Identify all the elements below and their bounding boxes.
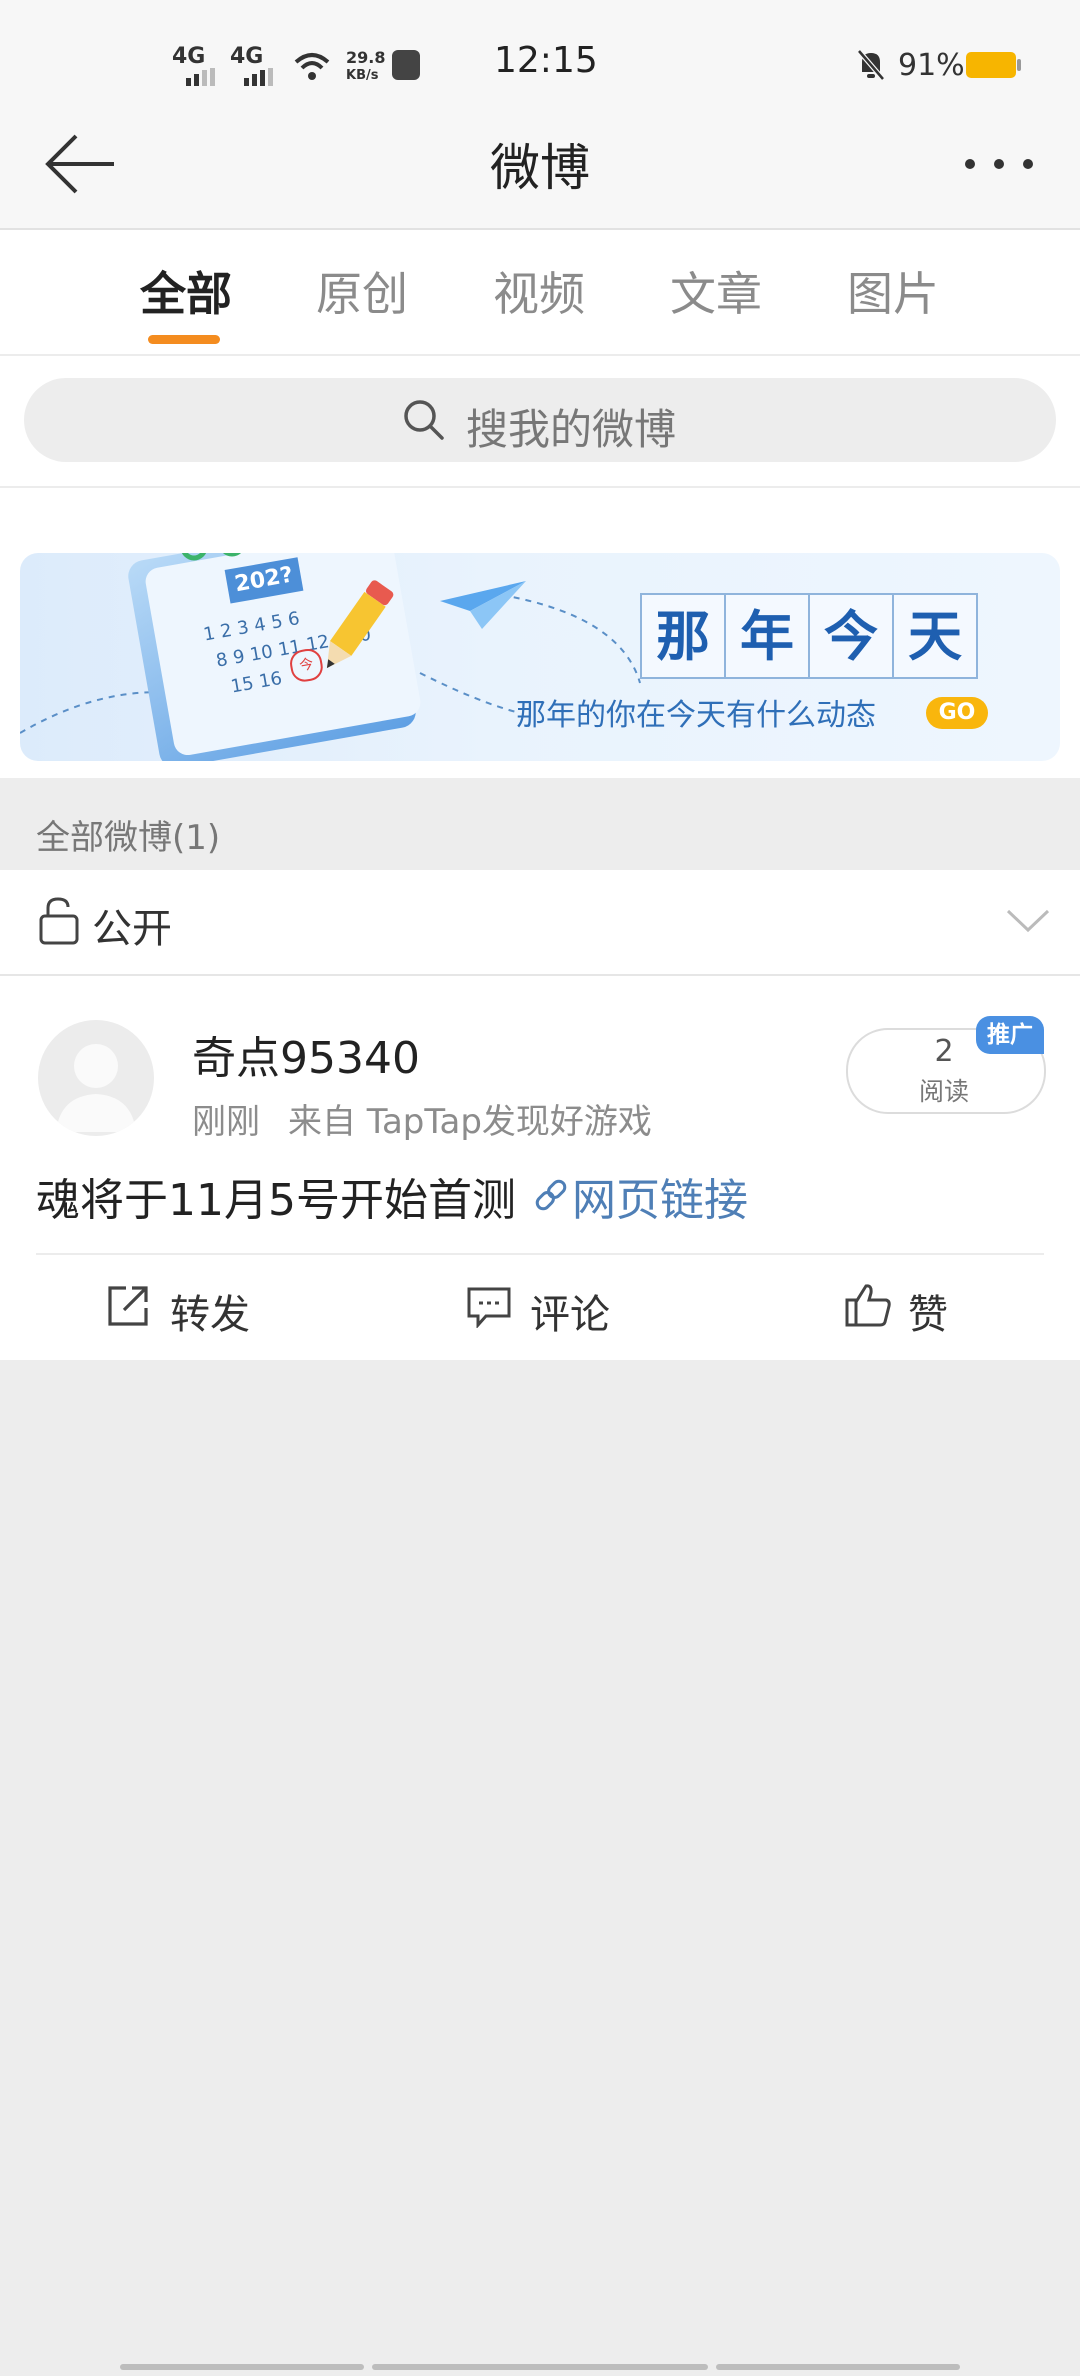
banner-subtitle: 那年的你在今天有什么动态 — [516, 698, 876, 733]
comment-icon[interactable] — [466, 1286, 512, 1328]
signal-icon — [186, 68, 215, 86]
active-tab-indicator — [148, 335, 220, 344]
status-bar: 4G 4G 29.8 KB/s 12:15 91% — [0, 0, 1080, 120]
network-4g-label: 4G — [172, 44, 206, 69]
banner-title-char-1: 那 — [640, 593, 726, 679]
banner-go-button[interactable]: GO — [926, 697, 988, 729]
like-button[interactable]: 赞 — [908, 1282, 948, 1340]
mute-bell-icon — [857, 49, 885, 81]
search-placeholder: 搜我的微博 — [466, 405, 677, 454]
nav-gesture-bar-1 — [120, 2364, 364, 2370]
repost-button[interactable]: 转发 — [170, 1282, 250, 1340]
nav-gesture-bar-2 — [372, 2364, 708, 2370]
tab-video[interactable]: 视频 — [493, 258, 585, 324]
network-4g-label-2: 4G — [230, 44, 264, 69]
pencil-icon — [326, 580, 394, 669]
battery-percent: 91% — [898, 48, 965, 83]
tab-article[interactable]: 文章 — [670, 258, 762, 324]
tab-original[interactable]: 原创 — [316, 258, 408, 324]
post-source[interactable]: 来自 TapTap发现好游戏 — [288, 1094, 652, 1143]
like-icon[interactable] — [844, 1282, 892, 1328]
signal-icon-2 — [244, 68, 273, 86]
post-time: 刚刚 — [192, 1102, 260, 1142]
promote-badge[interactable]: 推广 — [976, 1016, 1044, 1054]
battery-icon — [966, 52, 1016, 78]
calendar-rings — [181, 553, 242, 561]
more-options-icon[interactable] — [962, 156, 1036, 172]
nav-gesture-bar-3 — [716, 2364, 960, 2370]
paper-plane-icon — [440, 581, 526, 629]
banner-title-char-4: 天 — [892, 593, 978, 679]
avatar[interactable] — [38, 1020, 154, 1136]
repost-icon[interactable] — [106, 1284, 150, 1328]
divider — [36, 1253, 1044, 1255]
network-speed-unit: KB/s — [346, 68, 379, 83]
clock: 12:15 — [494, 40, 598, 81]
read-label: 阅读 — [918, 1077, 969, 1106]
network-speed: 29.8 KB/s — [346, 50, 385, 84]
calendar-row-3: 15 16 — [229, 667, 284, 698]
page-title: 微博 — [490, 139, 590, 197]
wifi-icon — [294, 53, 330, 80]
default-avatar-icon — [56, 1044, 136, 1132]
battery-tip — [1017, 59, 1021, 71]
banner-title-char-2: 年 — [724, 593, 810, 679]
web-link[interactable]: 网页链接 — [572, 1164, 748, 1228]
banner-title-char-3: 今 — [808, 593, 894, 679]
post-username[interactable]: 奇点95340 — [192, 1022, 420, 1086]
unlock-icon — [39, 897, 79, 945]
section-label: 全部微博(1) — [36, 818, 221, 858]
tab-all[interactable]: 全部 — [140, 258, 232, 324]
chevron-down-icon[interactable] — [1006, 908, 1050, 934]
post-text: 魂将于11月5号开始首测 — [36, 1175, 516, 1226]
network-speed-value: 29.8 — [346, 48, 386, 67]
app-notification-icon — [392, 50, 420, 80]
visibility-label: 公开 — [92, 906, 172, 952]
link-icon — [535, 1179, 567, 1211]
tab-image[interactable]: 图片 — [847, 258, 939, 324]
comment-button[interactable]: 评论 — [530, 1282, 610, 1340]
search-icon — [404, 400, 444, 440]
